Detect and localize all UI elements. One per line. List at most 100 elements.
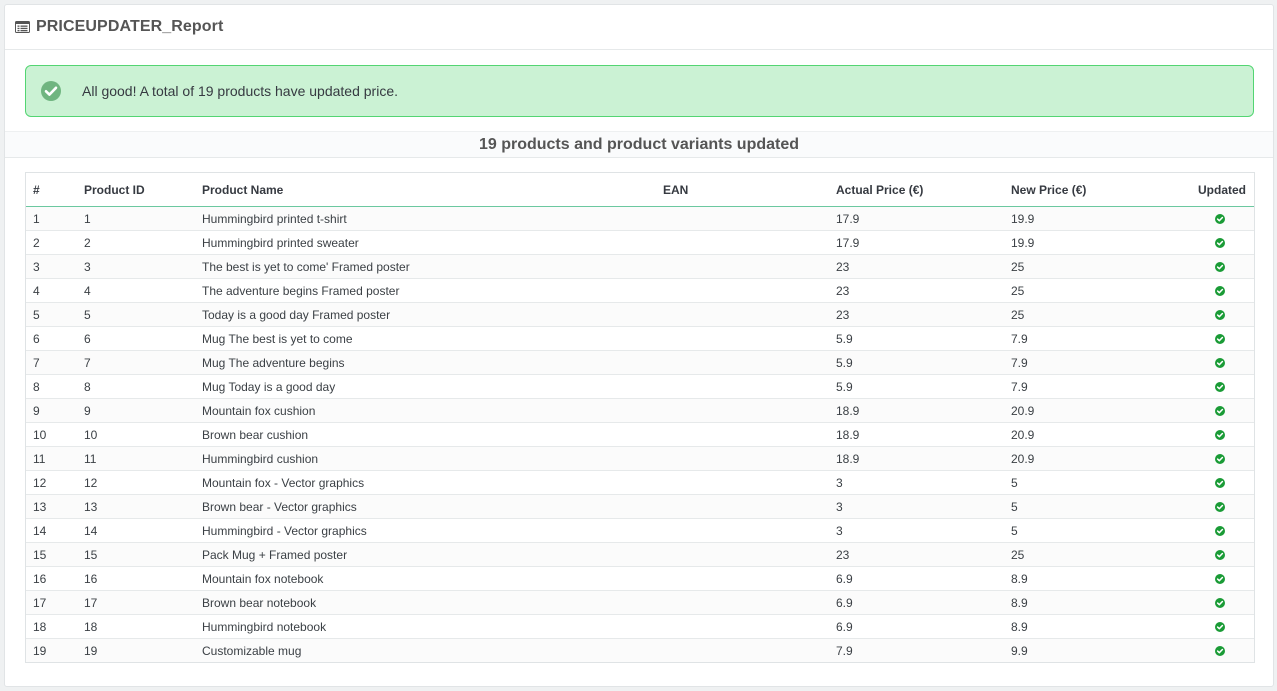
cell-ean xyxy=(663,518,836,543)
cell-ean xyxy=(663,206,836,231)
cell-updated xyxy=(1176,302,1254,327)
table-row: 12 12 Mountain fox - Vector graphics 3 5 xyxy=(26,470,1254,495)
cell-product-id: 5 xyxy=(84,302,202,327)
table-row: 5 5 Today is a good day Framed poster 23 25 xyxy=(26,302,1254,327)
cell-number: 2 xyxy=(26,230,84,255)
table-row: 11 11 Hummingbird cushion 18.9 20.9 xyxy=(26,446,1254,471)
cell-number: 14 xyxy=(26,518,84,543)
cell-ean xyxy=(663,494,836,519)
check-circle-icon xyxy=(1215,598,1225,609)
cell-updated xyxy=(1176,206,1254,231)
cell-ean xyxy=(663,398,836,423)
cell-product-id: 2 xyxy=(84,230,202,255)
cell-number: 6 xyxy=(26,326,84,351)
cell-number: 15 xyxy=(26,542,84,567)
check-circle-icon xyxy=(1215,550,1225,561)
cell-actual-price: 18.9 xyxy=(836,398,1011,423)
cell-new-price: 7.9 xyxy=(1011,374,1176,399)
cell-product-name: Mug Today is a good day xyxy=(202,374,663,399)
column-header-actual-price[interactable]: Actual Price (€) xyxy=(836,173,1011,207)
table-row: 9 9 Mountain fox cushion 18.9 20.9 xyxy=(26,398,1254,423)
cell-product-id: 8 xyxy=(84,374,202,399)
cell-number: 3 xyxy=(26,254,84,279)
cell-product-id: 16 xyxy=(84,566,202,591)
column-header-number[interactable]: # xyxy=(26,173,84,207)
cell-updated xyxy=(1176,494,1254,519)
cell-actual-price: 17.9 xyxy=(836,230,1011,255)
check-circle-icon xyxy=(1215,622,1225,633)
table-row: 4 4 The adventure begins Framed poster 23 25 xyxy=(26,278,1254,303)
cell-new-price: 19.9 xyxy=(1011,206,1176,231)
cell-product-id: 13 xyxy=(84,494,202,519)
success-alert: All good! A total of 19 products have up… xyxy=(25,65,1254,117)
column-header-new-price[interactable]: New Price (€) xyxy=(1011,173,1176,207)
cell-product-id: 18 xyxy=(84,614,202,639)
cell-number: 19 xyxy=(26,638,84,662)
cell-updated xyxy=(1176,326,1254,351)
cell-actual-price: 3 xyxy=(836,494,1011,519)
cell-new-price: 7.9 xyxy=(1011,326,1176,351)
cell-product-name: Today is a good day Framed poster xyxy=(202,302,663,327)
cell-actual-price: 6.9 xyxy=(836,566,1011,591)
cell-updated xyxy=(1176,446,1254,471)
check-circle-icon xyxy=(41,81,61,101)
table-row: 8 8 Mug Today is a good day 5.9 7.9 xyxy=(26,374,1254,399)
table-row: 14 14 Hummingbird - Vector graphics 3 5 xyxy=(26,518,1254,543)
cell-ean xyxy=(663,470,836,495)
cell-ean xyxy=(663,422,836,447)
cell-product-id: 9 xyxy=(84,398,202,423)
cell-number: 5 xyxy=(26,302,84,327)
cell-actual-price: 18.9 xyxy=(836,422,1011,447)
cell-new-price: 20.9 xyxy=(1011,446,1176,471)
cell-product-name: Hummingbird - Vector graphics xyxy=(202,518,663,543)
cell-product-id: 6 xyxy=(84,326,202,351)
cell-product-id: 10 xyxy=(84,422,202,447)
cell-ean xyxy=(663,446,836,471)
cell-ean xyxy=(663,326,836,351)
cell-product-id: 3 xyxy=(84,254,202,279)
cell-number: 4 xyxy=(26,278,84,303)
cell-new-price: 25 xyxy=(1011,278,1176,303)
cell-product-name: Mountain fox notebook xyxy=(202,566,663,591)
cell-ean xyxy=(663,230,836,255)
cell-new-price: 20.9 xyxy=(1011,398,1176,423)
column-header-updated[interactable]: Updated xyxy=(1176,173,1254,207)
cell-updated xyxy=(1176,398,1254,423)
cell-product-id: 17 xyxy=(84,590,202,615)
check-circle-icon xyxy=(1215,358,1225,369)
column-header-product-name[interactable]: Product Name xyxy=(202,173,663,207)
table-row: 2 2 Hummingbird printed sweater 17.9 19.9 xyxy=(26,230,1254,255)
column-header-ean[interactable]: EAN xyxy=(663,173,836,207)
table-row: 15 15 Pack Mug + Framed poster 23 25 xyxy=(26,542,1254,567)
check-circle-icon xyxy=(1215,502,1225,513)
cell-number: 17 xyxy=(26,590,84,615)
cell-number: 7 xyxy=(26,350,84,375)
cell-product-name: Hummingbird printed t-shirt xyxy=(202,206,663,231)
cell-actual-price: 23 xyxy=(836,278,1011,303)
column-header-product-id[interactable]: Product ID xyxy=(84,173,202,207)
cell-updated xyxy=(1176,638,1254,662)
cell-number: 1 xyxy=(26,206,84,231)
check-circle-icon xyxy=(1215,454,1225,465)
cell-number: 8 xyxy=(26,374,84,399)
cell-product-name: Brown bear notebook xyxy=(202,590,663,615)
table-row: 19 19 Customizable mug 7.9 9.9 xyxy=(26,638,1254,662)
cell-new-price: 8.9 xyxy=(1011,614,1176,639)
cell-product-id: 7 xyxy=(84,350,202,375)
alert-message: All good! A total of 19 products have up… xyxy=(82,83,398,99)
cell-updated xyxy=(1176,374,1254,399)
cell-ean xyxy=(663,350,836,375)
cell-updated xyxy=(1176,350,1254,375)
table-row: 3 3 The best is yet to come' Framed poster… xyxy=(26,254,1254,279)
check-circle-icon xyxy=(1215,310,1225,321)
cell-product-name: Brown bear cushion xyxy=(202,422,663,447)
cell-ean xyxy=(663,278,836,303)
cell-number: 9 xyxy=(26,398,84,423)
check-circle-icon xyxy=(1215,406,1225,417)
cell-updated xyxy=(1176,590,1254,615)
cell-ean xyxy=(663,542,836,567)
cell-actual-price: 6.9 xyxy=(836,590,1011,615)
check-circle-icon xyxy=(1215,430,1225,441)
table-body: 1 1 Hummingbird printed t-shirt 17.9 19.9 2 2 H… xyxy=(26,206,1254,662)
table-row: 13 13 Brown bear - Vector graphics 3 5 xyxy=(26,494,1254,519)
